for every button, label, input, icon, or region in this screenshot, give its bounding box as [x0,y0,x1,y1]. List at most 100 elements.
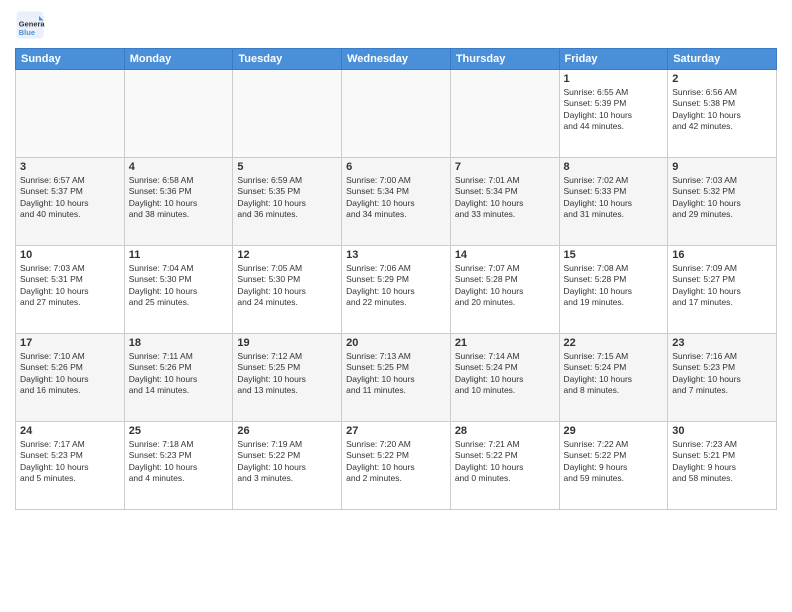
day-info: Sunrise: 7:01 AM Sunset: 5:34 PM Dayligh… [455,175,555,221]
calendar-cell: 18Sunrise: 7:11 AM Sunset: 5:26 PM Dayli… [124,334,233,422]
day-number: 14 [455,249,555,261]
calendar-cell: 19 Sunrise: 7:12 AM Sunset: 5:25 PM Dayli… [233,334,342,422]
calendar-cell: 25 Sunrise: 7:18 AM Sunset: 5:23 PM Dayli… [124,422,233,510]
calendar-week-row: 24 Sunrise: 7:17 AM Sunset: 5:23 PM Dayli… [16,422,777,510]
calendar-header-row: SundayMondayTuesdayWednesdayThursdayFrid… [16,49,777,70]
weekday-header: Monday [124,49,233,70]
calendar-week-row: 10 Sunrise: 7:03 AM Sunset: 5:31 PM Dayli… [16,246,777,334]
day-info: Sunrise: 7:03 AM Sunset: 5:31 PM Dayligh… [20,263,120,309]
day-info: Sunrise: 6:55 AM Sunset: 5:39 PM Dayligh… [564,87,664,133]
day-number: 10 [20,249,120,261]
day-number: 25 [129,425,229,437]
svg-text:Blue: Blue [19,28,35,37]
day-info: Sunrise: 7:16 AM Sunset: 5:23 PM Dayligh… [672,351,772,397]
calendar: SundayMondayTuesdayWednesdayThursdayFrid… [15,48,777,510]
day-number: 7 [455,161,555,173]
calendar-cell: 10 Sunrise: 7:03 AM Sunset: 5:31 PM Dayli… [16,246,125,334]
calendar-cell: 1 Sunrise: 6:55 AM Sunset: 5:39 PM Daylig… [559,70,668,158]
weekday-header: Wednesday [342,49,451,70]
day-number: 20 [346,337,446,349]
calendar-cell: 22 Sunrise: 7:15 AM Sunset: 5:24 PM Dayli… [559,334,668,422]
calendar-cell: 3 Sunrise: 6:57 AM Sunset: 5:37 PM Daylig… [16,158,125,246]
day-number: 19 [237,337,337,349]
day-number: 16 [672,249,772,261]
weekday-header: Friday [559,49,668,70]
day-number: 21 [455,337,555,349]
calendar-cell: 30 Sunrise: 7:23 AM Sunset: 5:21 PM Dayli… [668,422,777,510]
calendar-cell: 17 Sunrise: 7:10 AM Sunset: 5:26 PM Dayli… [16,334,125,422]
calendar-cell: 6Sunrise: 7:00 AM Sunset: 5:34 PM Daylig… [342,158,451,246]
day-info: Sunrise: 7:08 AM Sunset: 5:28 PM Dayligh… [564,263,664,309]
day-number: 24 [20,425,120,437]
day-number: 1 [564,73,664,85]
calendar-cell: 9 Sunrise: 7:03 AM Sunset: 5:32 PM Daylig… [668,158,777,246]
calendar-cell [342,70,451,158]
calendar-cell: 27 Sunrise: 7:20 AM Sunset: 5:22 PM Dayli… [342,422,451,510]
day-info: Sunrise: 7:11 AM Sunset: 5:26 PM Dayligh… [129,351,229,397]
day-number: 28 [455,425,555,437]
day-number: 27 [346,425,446,437]
day-number: 30 [672,425,772,437]
day-info: Sunrise: 7:17 AM Sunset: 5:23 PM Dayligh… [20,439,120,485]
day-number: 23 [672,337,772,349]
day-info: Sunrise: 7:13 AM Sunset: 5:25 PM Dayligh… [346,351,446,397]
day-number: 12 [237,249,337,261]
day-info: Sunrise: 7:10 AM Sunset: 5:26 PM Dayligh… [20,351,120,397]
calendar-cell: 20 Sunrise: 7:13 AM Sunset: 5:25 PM Dayli… [342,334,451,422]
page: General Blue SundayMondayTuesdayWednesda… [0,0,792,612]
day-info: Sunrise: 7:02 AM Sunset: 5:33 PM Dayligh… [564,175,664,221]
calendar-cell: 2Sunrise: 6:56 AM Sunset: 5:38 PM Daylig… [668,70,777,158]
day-info: Sunrise: 7:07 AM Sunset: 5:28 PM Dayligh… [455,263,555,309]
calendar-cell: 26 Sunrise: 7:19 AM Sunset: 5:22 PM Dayli… [233,422,342,510]
day-number: 9 [672,161,772,173]
calendar-cell: 4 Sunrise: 6:58 AM Sunset: 5:36 PM Daylig… [124,158,233,246]
calendar-cell: 15 Sunrise: 7:08 AM Sunset: 5:28 PM Dayli… [559,246,668,334]
day-number: 11 [129,249,229,261]
day-number: 8 [564,161,664,173]
day-number: 17 [20,337,120,349]
header: General Blue [15,10,777,40]
day-info: Sunrise: 7:09 AM Sunset: 5:27 PM Dayligh… [672,263,772,309]
day-info: Sunrise: 7:12 AM Sunset: 5:25 PM Dayligh… [237,351,337,397]
day-info: Sunrise: 6:58 AM Sunset: 5:36 PM Dayligh… [129,175,229,221]
day-info: Sunrise: 7:20 AM Sunset: 5:22 PM Dayligh… [346,439,446,485]
calendar-week-row: 1 Sunrise: 6:55 AM Sunset: 5:39 PM Daylig… [16,70,777,158]
day-info: Sunrise: 6:56 AM Sunset: 5:38 PM Dayligh… [672,87,772,133]
day-info: Sunrise: 7:19 AM Sunset: 5:22 PM Dayligh… [237,439,337,485]
calendar-cell: 24 Sunrise: 7:17 AM Sunset: 5:23 PM Dayli… [16,422,125,510]
weekday-header: Thursday [450,49,559,70]
day-number: 29 [564,425,664,437]
logo: General Blue [15,10,49,40]
day-number: 5 [237,161,337,173]
calendar-cell: 7 Sunrise: 7:01 AM Sunset: 5:34 PM Daylig… [450,158,559,246]
calendar-cell: 28 Sunrise: 7:21 AM Sunset: 5:22 PM Dayli… [450,422,559,510]
day-info: Sunrise: 7:05 AM Sunset: 5:30 PM Dayligh… [237,263,337,309]
day-number: 22 [564,337,664,349]
day-info: Sunrise: 7:06 AM Sunset: 5:29 PM Dayligh… [346,263,446,309]
day-info: Sunrise: 7:22 AM Sunset: 5:22 PM Dayligh… [564,439,664,485]
calendar-cell: 16 Sunrise: 7:09 AM Sunset: 5:27 PM Dayli… [668,246,777,334]
calendar-cell: 8 Sunrise: 7:02 AM Sunset: 5:33 PM Daylig… [559,158,668,246]
day-number: 15 [564,249,664,261]
day-number: 3 [20,161,120,173]
calendar-cell [124,70,233,158]
day-number: 6 [346,161,446,173]
day-number: 26 [237,425,337,437]
day-info: Sunrise: 7:21 AM Sunset: 5:22 PM Dayligh… [455,439,555,485]
day-info: Sunrise: 7:03 AM Sunset: 5:32 PM Dayligh… [672,175,772,221]
calendar-week-row: 3 Sunrise: 6:57 AM Sunset: 5:37 PM Daylig… [16,158,777,246]
day-info: Sunrise: 6:59 AM Sunset: 5:35 PM Dayligh… [237,175,337,221]
calendar-cell: 29 Sunrise: 7:22 AM Sunset: 5:22 PM Dayli… [559,422,668,510]
day-info: Sunrise: 7:15 AM Sunset: 5:24 PM Dayligh… [564,351,664,397]
day-number: 4 [129,161,229,173]
day-info: Sunrise: 6:57 AM Sunset: 5:37 PM Dayligh… [20,175,120,221]
calendar-cell: 5 Sunrise: 6:59 AM Sunset: 5:35 PM Daylig… [233,158,342,246]
calendar-cell [233,70,342,158]
day-info: Sunrise: 7:23 AM Sunset: 5:21 PM Dayligh… [672,439,772,485]
logo-icon: General Blue [15,10,45,40]
calendar-cell: 12 Sunrise: 7:05 AM Sunset: 5:30 PM Dayli… [233,246,342,334]
calendar-cell: 21Sunrise: 7:14 AM Sunset: 5:24 PM Dayli… [450,334,559,422]
calendar-cell: 11Sunrise: 7:04 AM Sunset: 5:30 PM Dayli… [124,246,233,334]
weekday-header: Tuesday [233,49,342,70]
day-info: Sunrise: 7:18 AM Sunset: 5:23 PM Dayligh… [129,439,229,485]
